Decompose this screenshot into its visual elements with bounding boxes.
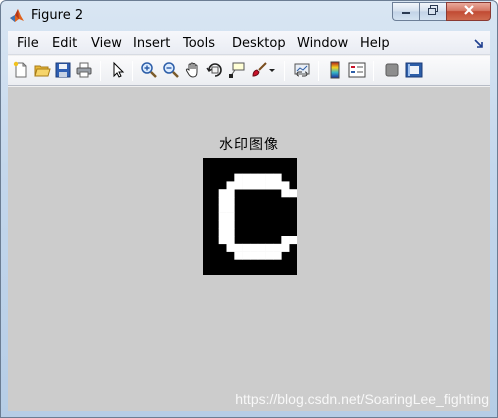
- minimize-icon: [401, 4, 411, 19]
- image-pixel: [265, 181, 274, 190]
- figure-window: Figure 2 File Edit View Insert Tools Des…: [0, 0, 498, 418]
- toolbar-separator: [100, 61, 101, 81]
- open-file-icon[interactable]: [33, 61, 51, 79]
- image-pixel: [265, 243, 274, 252]
- image-pixel: [265, 173, 274, 182]
- image-pixel: [234, 181, 243, 190]
- toolbar-separator: [132, 61, 133, 81]
- menu-bar: File Edit View Insert Tools Desktop Wind…: [8, 31, 490, 55]
- image-pixel: [226, 243, 235, 252]
- data-cursor-icon[interactable]: [228, 61, 246, 79]
- menu-help[interactable]: Help: [360, 36, 390, 51]
- menu-view[interactable]: View: [91, 36, 122, 51]
- menu-desktop[interactable]: Desktop: [232, 36, 286, 51]
- image-pixel: [273, 251, 282, 260]
- image-pixel: [226, 197, 235, 206]
- hide-plot-tools-icon[interactable]: [383, 61, 401, 79]
- image-pixel: [218, 220, 227, 229]
- zoom-in-icon[interactable]: [140, 61, 158, 79]
- image-pixel: [242, 251, 251, 260]
- toolbar-separator: [318, 61, 319, 81]
- restore-icon: [427, 4, 439, 19]
- image-pixel: [273, 243, 282, 252]
- restore-button[interactable]: [419, 2, 446, 21]
- toolbar-separator: [373, 61, 374, 81]
- axes-title: 水印图像: [219, 137, 279, 153]
- image-pixel: [218, 197, 227, 206]
- image-pixel: [234, 173, 243, 182]
- image-pixel: [250, 243, 259, 252]
- image-pixel: [257, 251, 266, 260]
- image-pixel: [218, 236, 227, 245]
- brush-dropdown-icon[interactable]: [268, 61, 276, 79]
- image-pixel: [281, 236, 290, 245]
- window-controls: [392, 2, 491, 21]
- image-pixel: [242, 173, 251, 182]
- image-pixel: [234, 251, 243, 260]
- figure-client-area: File Edit View Insert Tools Desktop Wind…: [8, 31, 490, 411]
- image-pixel: [218, 212, 227, 221]
- image-pixel: [242, 181, 251, 190]
- menu-edit[interactable]: Edit: [52, 36, 77, 51]
- figure-toolbar: [8, 56, 490, 86]
- image-pixel: [234, 243, 243, 252]
- image-pixel: [218, 204, 227, 213]
- show-plot-tools-icon[interactable]: [405, 61, 423, 79]
- toolbar-separator: [284, 61, 285, 81]
- menu-file[interactable]: File: [17, 36, 39, 51]
- image-pixel: [242, 243, 251, 252]
- image-pixel: [257, 181, 266, 190]
- dock-figure-icon[interactable]: [474, 37, 484, 48]
- pan-hand-icon[interactable]: [184, 61, 202, 79]
- title-bar[interactable]: Figure 2: [1, 1, 497, 31]
- brush-icon[interactable]: [250, 61, 268, 79]
- image-pixel: [257, 243, 266, 252]
- image-pixel: [257, 173, 266, 182]
- image-pixel: [250, 251, 259, 260]
- matlab-logo-icon: [9, 8, 25, 24]
- print-figure-icon[interactable]: [75, 61, 93, 79]
- image-pixel: [226, 212, 235, 221]
- save-figure-icon[interactable]: [54, 61, 72, 79]
- image-pixel: [226, 220, 235, 229]
- image-pixel: [281, 181, 290, 190]
- rotate-3d-icon[interactable]: [206, 61, 224, 79]
- menu-tools[interactable]: Tools: [183, 36, 215, 51]
- image-pixel: [265, 251, 274, 260]
- image-pixel: [289, 236, 297, 245]
- close-button[interactable]: [446, 2, 491, 21]
- image-pixel: [218, 189, 227, 198]
- new-figure-icon[interactable]: [12, 61, 30, 79]
- image-pixel: [226, 189, 235, 198]
- image-pixel: [250, 181, 259, 190]
- image-pixel: [226, 236, 235, 245]
- image-pixel: [226, 204, 235, 213]
- image-pixel: [226, 181, 235, 190]
- image-pixel: [273, 181, 282, 190]
- zoom-out-icon[interactable]: [162, 61, 180, 79]
- insert-legend-icon[interactable]: [348, 61, 366, 79]
- insert-colorbar-icon[interactable]: [326, 61, 344, 79]
- image-pixel: [250, 173, 259, 182]
- figure-canvas[interactable]: 水印图像: [8, 87, 490, 411]
- image-pixel: [273, 173, 282, 182]
- watermark-image: [203, 158, 297, 275]
- close-icon: [463, 4, 475, 19]
- menu-window[interactable]: Window: [297, 36, 348, 51]
- window-title: Figure 2: [31, 8, 84, 23]
- image-pixel: [226, 228, 235, 237]
- image-pixel: [218, 228, 227, 237]
- minimize-button[interactable]: [392, 2, 419, 21]
- image-pixel: [281, 243, 290, 252]
- menu-insert[interactable]: Insert: [133, 36, 170, 51]
- csdn-watermark: https://blog.csdn.net/SoaringLee_fightin…: [235, 391, 489, 407]
- link-plot-icon[interactable]: [293, 61, 311, 79]
- image-pixel: [289, 189, 297, 198]
- image-pixel: [281, 189, 290, 198]
- edit-plot-arrow-icon[interactable]: [109, 61, 127, 79]
